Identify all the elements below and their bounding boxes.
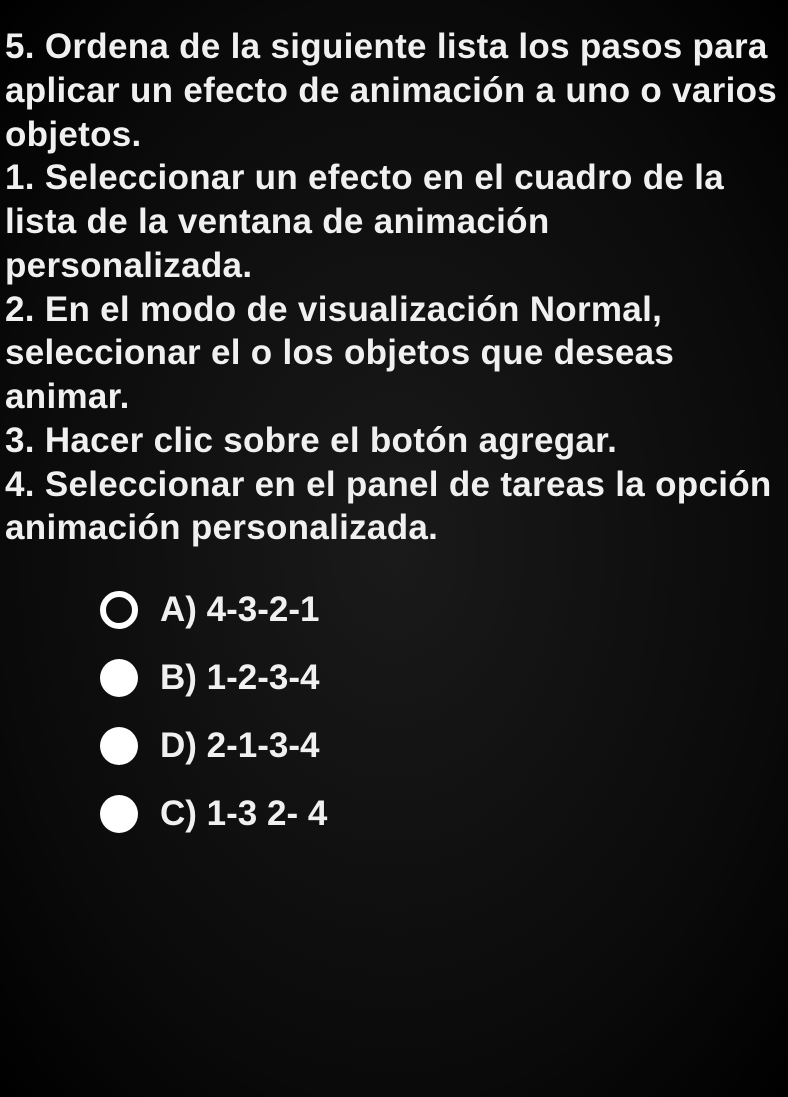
option-b[interactable]: B) 1-2-3-4	[100, 658, 783, 698]
option-d[interactable]: D) 2-1-3-4	[100, 726, 783, 766]
option-label: B) 1-2-3-4	[160, 658, 320, 698]
question-item-1: 1. Seleccionar un efecto en el cuadro de…	[5, 158, 724, 285]
option-text: 1-3 2- 4	[207, 794, 328, 833]
question-item-2: 2. En el modo de visualización Normal, s…	[5, 290, 674, 417]
option-a[interactable]: A) 4-3-2-1	[100, 590, 783, 630]
option-letter: B)	[160, 658, 197, 697]
option-letter: A)	[160, 590, 197, 629]
radio-unselected-icon	[100, 795, 138, 833]
option-text: 1-2-3-4	[207, 658, 320, 697]
question-number: 5.	[5, 27, 35, 66]
question-item-3: 3. Hacer clic sobre el botón agregar.	[5, 421, 617, 460]
option-letter: C)	[160, 794, 197, 833]
radio-unselected-icon	[100, 727, 138, 765]
option-label: C) 1-3 2- 4	[160, 794, 327, 834]
option-label: A) 4-3-2-1	[160, 590, 320, 630]
option-text: 2-1-3-4	[207, 726, 320, 765]
option-letter: D)	[160, 726, 197, 765]
options-list: A) 4-3-2-1 B) 1-2-3-4 D) 2-1-3-4 C) 1-3 …	[5, 590, 783, 834]
option-label: D) 2-1-3-4	[160, 726, 320, 766]
option-c[interactable]: C) 1-3 2- 4	[100, 794, 783, 834]
radio-selected-icon	[100, 591, 138, 629]
radio-unselected-icon	[100, 659, 138, 697]
question-prompt: Ordena de la siguiente lista los pasos p…	[5, 27, 777, 154]
question-item-4: 4. Seleccionar en el panel de tareas la …	[5, 465, 772, 548]
question-block: 5. Ordena de la siguiente lista los paso…	[5, 25, 783, 550]
option-text: 4-3-2-1	[207, 590, 320, 629]
